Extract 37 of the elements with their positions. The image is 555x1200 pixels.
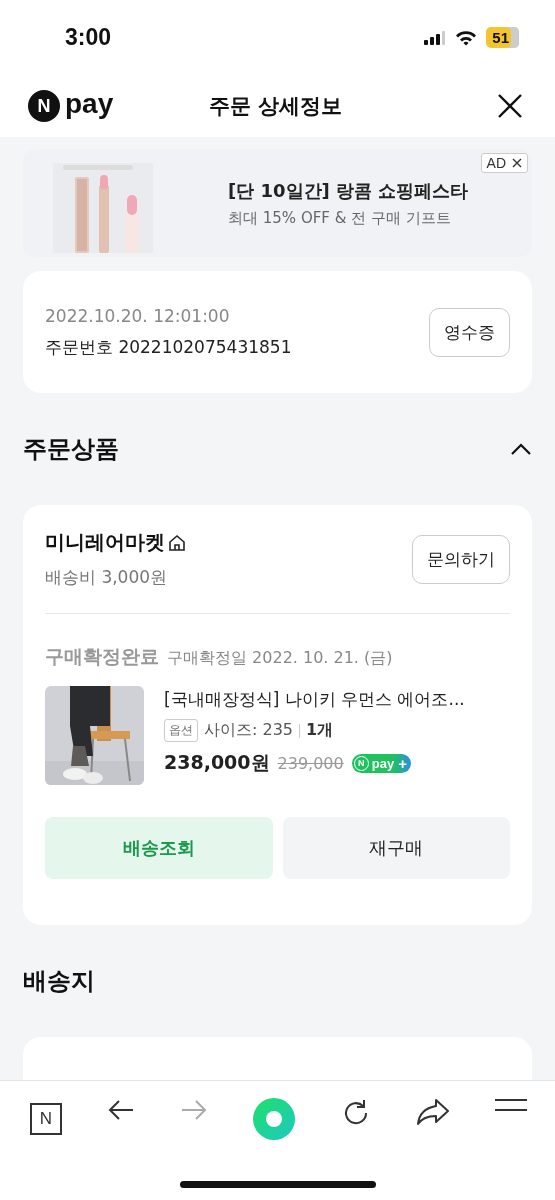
section-title: 주문상품	[23, 434, 119, 465]
original-price: 239,000	[277, 753, 344, 773]
status-time: 3:00	[65, 24, 112, 51]
home-button[interactable]: N	[30, 1103, 62, 1135]
inquiry-button[interactable]: 문의하기	[412, 534, 510, 584]
option-value: 사이즈: 235	[204, 720, 293, 741]
npay-plus-badge: N pay +	[351, 753, 411, 773]
battery-indicator: 51	[486, 27, 519, 48]
order-status: 구매확정완료	[45, 644, 159, 669]
logo-text: pay	[65, 87, 114, 120]
ad-banner[interactable]: [단 10일간] 랑콤 쇼핑페스타 최대 15% OFF & 전 구매 기프트 AD	[23, 149, 532, 257]
wifi-icon	[455, 29, 478, 46]
ad-label: AD	[486, 155, 506, 171]
house-icon	[168, 533, 186, 552]
menu-icon[interactable]	[494, 1098, 527, 1112]
option-tag: 옵션	[164, 719, 198, 742]
share-icon[interactable]	[415, 1098, 450, 1126]
order-number: 주문번호 2022102075431851	[45, 335, 292, 359]
price: 238,000원	[164, 750, 270, 775]
ad-subline: 최대 15% OFF & 전 구매 기프트	[228, 208, 452, 228]
order-datetime: 2022.10.20. 12:01:00	[45, 305, 231, 326]
receipt-button[interactable]: 영수증	[429, 307, 510, 357]
chevron-icon[interactable]	[510, 442, 532, 456]
confirm-date: 구매확정일 2022. 10. 21. (금)	[167, 648, 393, 669]
action-button[interactable]: 재구매	[282, 817, 510, 879]
section-title: 배송지	[23, 966, 95, 997]
shipping-fee: 배송비 3,000원	[45, 566, 169, 589]
seller-name[interactable]: 미니레어마켓	[45, 529, 165, 556]
product-name[interactable]: [국내매장정식] 나이키 우먼스 에어조...	[164, 688, 465, 711]
back-arrow-icon[interactable]	[107, 1098, 136, 1122]
page-title: 주문 상세정보	[208, 93, 343, 120]
signal-icon	[424, 30, 447, 45]
close-icon[interactable]	[512, 158, 522, 168]
ad-headline: [단 10일간] 랑콤 쇼핑페스타	[228, 178, 469, 203]
close-icon[interactable]	[497, 93, 523, 119]
logo-mark: N	[28, 90, 60, 122]
quantity: 1개	[306, 720, 334, 741]
